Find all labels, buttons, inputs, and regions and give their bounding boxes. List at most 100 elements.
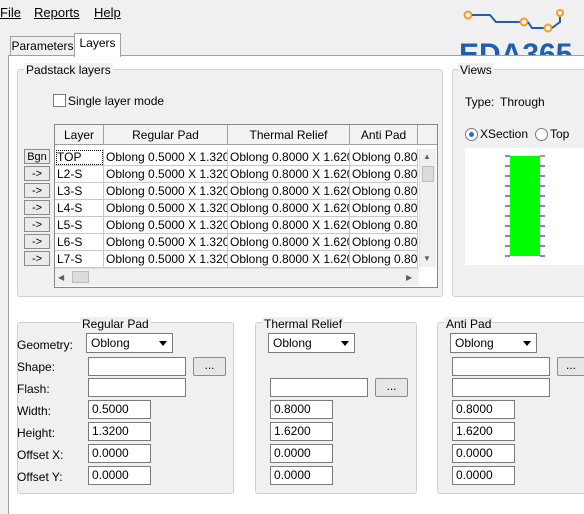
width-label: Width:	[17, 404, 52, 418]
column-header-filler	[418, 125, 437, 145]
column-header-anti-pad[interactable]: Anti Pad	[350, 125, 418, 145]
grid-cell-anti[interactable]: Oblong 0.8000	[350, 149, 418, 166]
anti-pad-offset-y-field[interactable]: 0.0000	[452, 466, 515, 485]
regular-pad-shape-field[interactable]	[88, 357, 186, 376]
regular-pad-flash-field[interactable]	[88, 378, 186, 397]
tab-layers[interactable]: Layers	[74, 33, 121, 57]
xsection-label: XSection	[480, 127, 529, 141]
row-arrow-button[interactable]: ->	[24, 166, 50, 181]
chevron-down-icon	[523, 341, 531, 346]
geometry-label: Geometry:	[17, 338, 74, 352]
grid-cell-regular[interactable]: Oblong 0.5000 X 1.3200	[104, 217, 228, 234]
grid-cell-layer[interactable]: TOP	[55, 149, 104, 166]
grid-cell-thermal[interactable]: Oblong 0.8000 X 1.6200	[228, 183, 350, 200]
padstack-grid[interactable]: Layer Regular Pad Thermal Relief Anti Pa…	[54, 124, 438, 288]
offset-y-label: Offset Y:	[17, 470, 63, 484]
thermal-relief-title: Thermal Relief	[262, 317, 345, 331]
grid-cell-anti[interactable]: Oblong 0.8000	[350, 217, 418, 234]
grid-cell-anti[interactable]: Oblong 0.8000	[350, 251, 418, 268]
column-header-layer[interactable]: Layer	[55, 125, 104, 145]
anti-pad-flash-field[interactable]	[452, 378, 550, 397]
grid-cell-anti[interactable]: Oblong 0.8000	[350, 200, 418, 217]
shape-label: Shape:	[17, 360, 56, 374]
scroll-up-icon[interactable]: ▲	[423, 152, 431, 161]
grid-cell-layer[interactable]: L5-S	[55, 217, 104, 234]
scroll-right-icon[interactable]: ▶	[406, 273, 412, 282]
anti-pad-width-field[interactable]: 0.8000	[452, 400, 515, 419]
regular-pad-title: Regular Pad	[80, 317, 151, 331]
regular-pad-geometry-select[interactable]: Oblong	[86, 333, 173, 353]
grid-cell-anti[interactable]: Oblong 0.8000	[350, 183, 418, 200]
grid-cell-layer[interactable]: L2-S	[55, 166, 104, 183]
flash-label: Flash:	[17, 382, 50, 396]
anti-pad-shape-field[interactable]	[452, 357, 550, 376]
regular-pad-offset-x-field[interactable]: 0.0000	[88, 444, 151, 463]
views-title: Views	[458, 63, 494, 77]
scroll-down-icon[interactable]: ▼	[423, 254, 431, 263]
scroll-left-icon[interactable]: ◀	[58, 273, 64, 282]
tab-parameters[interactable]: Parameters	[10, 36, 75, 57]
thermal-relief-height-field[interactable]: 1.6200	[270, 422, 333, 441]
anti-pad-height-field[interactable]: 1.6200	[452, 422, 515, 441]
offset-x-label: Offset X:	[17, 448, 64, 462]
row-arrow-button[interactable]: ->	[24, 217, 50, 232]
regular-pad-offset-y-field[interactable]: 0.0000	[88, 466, 151, 485]
grid-cell-thermal[interactable]: Oblong 0.8000 X 1.6200	[228, 166, 350, 183]
grid-cell-layer[interactable]: L4-S	[55, 200, 104, 217]
thermal-relief-shape-browse-button[interactable]: ...	[375, 378, 408, 397]
grid-cell-regular[interactable]: Oblong 0.5000 X 1.3200	[104, 183, 228, 200]
xsection-diagram	[505, 155, 545, 257]
anti-pad-offset-x-field[interactable]: 0.0000	[452, 444, 515, 463]
grid-cell-thermal[interactable]: Oblong 0.8000 X 1.6200	[228, 217, 350, 234]
menu-reports[interactable]: Reports	[34, 5, 80, 20]
single-layer-mode-checkbox[interactable]	[53, 94, 66, 107]
column-header-thermal-relief[interactable]: Thermal Relief	[228, 125, 350, 145]
anti-pad-geometry-select[interactable]: Oblong	[450, 333, 537, 353]
xsection-radio[interactable]	[465, 128, 478, 141]
grid-cell-regular[interactable]: Oblong 0.5000 X 1.3200	[104, 149, 228, 166]
scroll-thumb[interactable]	[422, 166, 434, 182]
thermal-relief-offset-y-field[interactable]: 0.0000	[270, 466, 333, 485]
row-arrow-button[interactable]: ->	[24, 183, 50, 198]
grid-cell-layer[interactable]: L3-S	[55, 183, 104, 200]
scroll-thumb-horizontal[interactable]	[72, 271, 89, 283]
row-arrow-button[interactable]: ->	[24, 234, 50, 249]
thermal-relief-shape-field[interactable]	[270, 378, 368, 397]
grid-cell-regular[interactable]: Oblong 0.5000 X 1.3200	[104, 200, 228, 217]
grid-cell-anti[interactable]: Oblong 0.8000	[350, 166, 418, 183]
menu-file[interactable]: File	[0, 5, 21, 20]
grid-cell-regular[interactable]: Oblong 0.5000 X 1.3200	[104, 166, 228, 183]
xsection-view	[465, 148, 584, 265]
grid-cell-regular[interactable]: Oblong 0.5000 X 1.3200	[104, 234, 228, 251]
row-arrow-button[interactable]: ->	[24, 251, 50, 266]
row-arrow-button[interactable]: ->	[24, 200, 50, 215]
grid-cell-regular[interactable]: Oblong 0.5000 X 1.3200	[104, 251, 228, 268]
chevron-down-icon	[341, 341, 349, 346]
menu-help[interactable]: Help	[94, 5, 121, 20]
regular-pad-height-field[interactable]: 1.3200	[88, 422, 151, 441]
regular-pad-width-field[interactable]: 0.5000	[88, 400, 151, 419]
padstack-layers-title: Padstack layers	[24, 63, 113, 77]
grid-cell-thermal[interactable]: Oblong 0.8000 X 1.6200	[228, 234, 350, 251]
grid-horizontal-scrollbar[interactable]: ◀ ▶	[55, 268, 419, 286]
grid-cell-layer[interactable]: L7-S	[55, 251, 104, 268]
chevron-down-icon	[159, 341, 167, 346]
thermal-relief-width-field[interactable]: 0.8000	[270, 400, 333, 419]
top-label: Top	[550, 127, 570, 141]
grid-cell-anti[interactable]: Oblong 0.8000	[350, 234, 418, 251]
anti-pad-shape-browse-button[interactable]: ...	[557, 357, 584, 376]
height-label: Height:	[17, 426, 56, 440]
grid-cell-thermal[interactable]: Oblong 0.8000 X 1.6200	[228, 200, 350, 217]
grid-cell-thermal[interactable]: Oblong 0.8000 X 1.6200	[228, 149, 350, 166]
grid-cell-thermal[interactable]: Oblong 0.8000 X 1.6200	[228, 251, 350, 268]
grid-vertical-scrollbar[interactable]: ▲ ▼	[419, 149, 436, 267]
single-layer-mode-label: Single layer mode	[68, 94, 165, 108]
top-radio[interactable]	[535, 128, 548, 141]
thermal-relief-geometry-select[interactable]: Oblong	[268, 333, 355, 353]
thermal-relief-offset-x-field[interactable]: 0.0000	[270, 444, 333, 463]
row-begin-button[interactable]: Bgn	[24, 149, 50, 164]
column-header-regular-pad[interactable]: Regular Pad	[104, 125, 228, 145]
regular-pad-shape-browse-button[interactable]: ...	[193, 357, 226, 376]
grid-cell-layer[interactable]: L6-S	[55, 234, 104, 251]
type-label: Type:	[465, 95, 495, 109]
